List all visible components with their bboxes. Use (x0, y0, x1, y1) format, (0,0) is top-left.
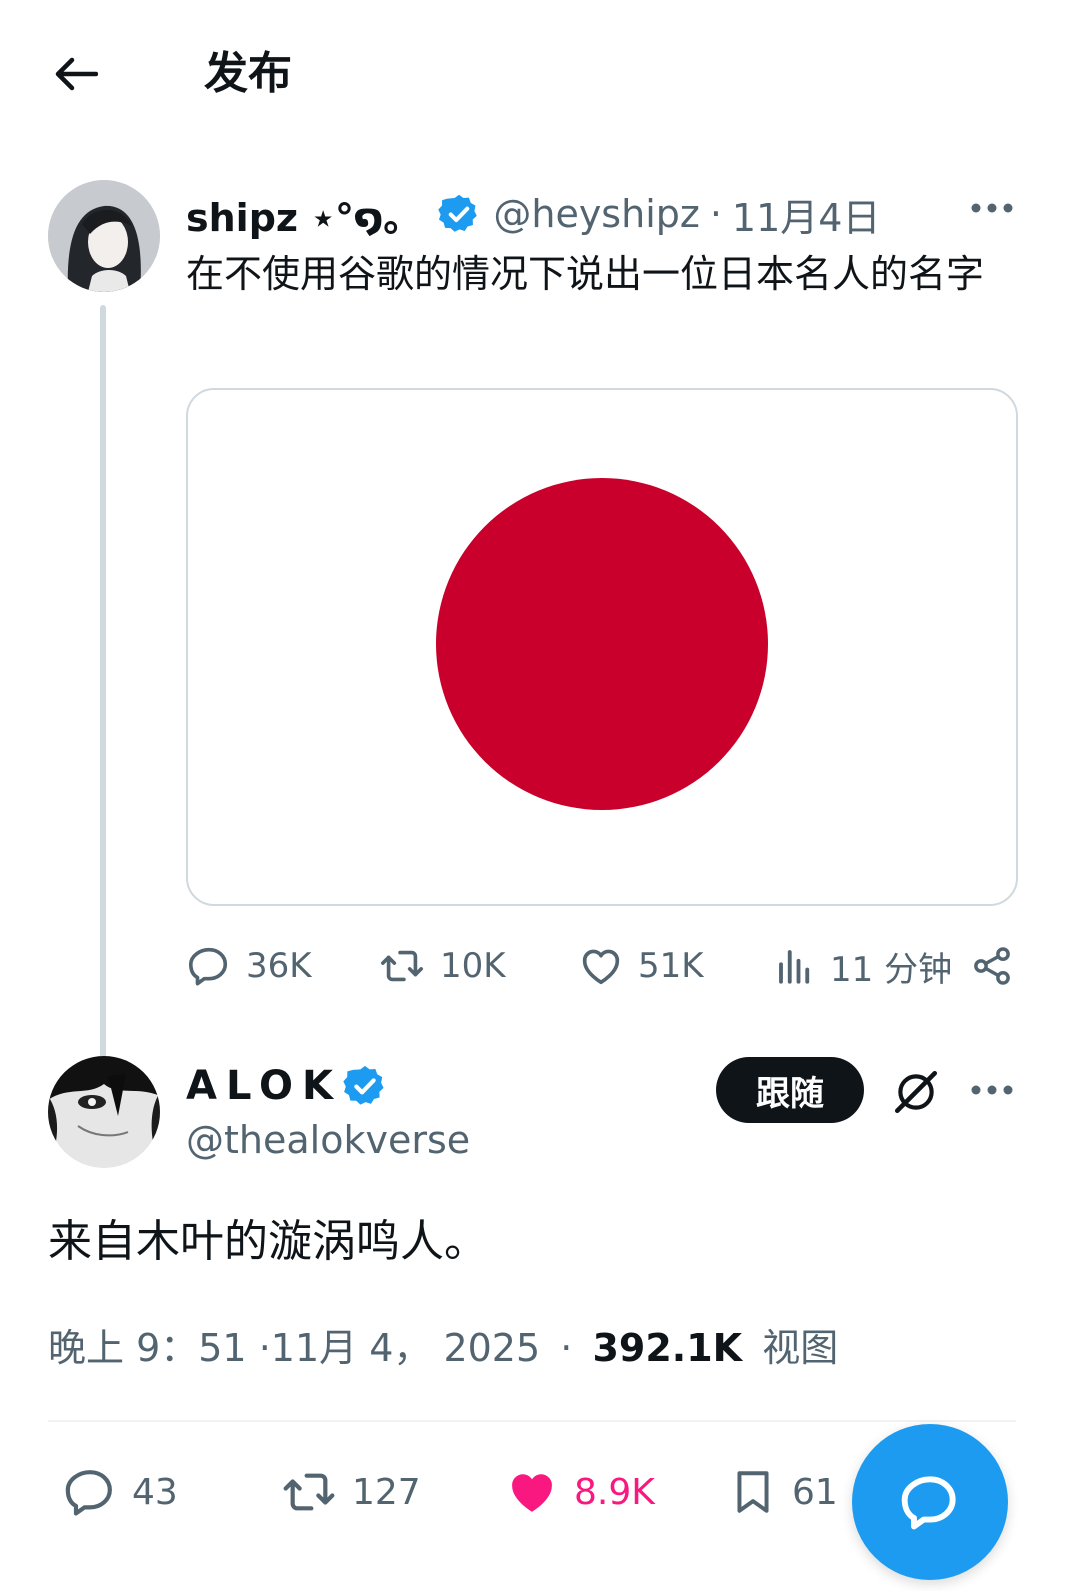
follow-button[interactable]: 跟随 (716, 1057, 864, 1123)
flag-red-disc (436, 478, 768, 810)
top-bar: 发布 (0, 0, 1080, 150)
reply-button[interactable]: 36K (186, 936, 312, 996)
arrow-left-icon (55, 57, 98, 91)
avatar[interactable] (48, 1056, 160, 1168)
more-options-button[interactable] (964, 188, 1020, 228)
analytics-bars-icon (779, 950, 810, 984)
author-handle[interactable]: @thealokverse (186, 1114, 470, 1166)
like-button[interactable]: 51K (578, 936, 704, 996)
verified-badge-icon (342, 1063, 388, 1109)
views-label: 视图 (762, 1326, 839, 1370)
reply-count: 43 (132, 1471, 178, 1513)
post-timestamp[interactable]: 晚上 9：51 ·11月 4， 2025 (48, 1326, 540, 1370)
share-icon (974, 947, 1010, 985)
more-horizontal-icon (971, 203, 1013, 213)
avatar-image (48, 180, 160, 292)
like-button[interactable]: 8.9K (504, 1460, 655, 1524)
grok-button[interactable] (888, 1064, 944, 1120)
bookmark-icon (737, 1471, 769, 1513)
more-horizontal-icon (971, 1085, 1013, 1095)
reply-icon (188, 947, 228, 986)
heart-icon (582, 949, 620, 985)
post-date[interactable]: 11月4日 (732, 187, 881, 242)
separator-dot: · (709, 192, 722, 236)
more-options-button[interactable] (964, 1070, 1020, 1110)
quoted-tweet-text: 在不使用谷歌的情况下说出一位日本名人的名字 (186, 252, 985, 296)
main-tweet-text: 来自木叶的漩涡鸣人。 (48, 1216, 488, 1267)
quoted-tweet-header: shipz ⋆°໑。 @heyshipz · 11月4日 (186, 184, 880, 244)
bookmark-count: 61 (792, 1471, 838, 1513)
author-name[interactable]: shipz ⋆°໑。 (186, 187, 421, 242)
avatar[interactable] (48, 180, 160, 292)
separator-dot: · (560, 1326, 573, 1370)
views-count: 11 分钟 (830, 949, 953, 990)
media-image[interactable] (186, 388, 1018, 906)
quoted-tweet-actions: 36K 10K 51K 11 分钟 (186, 936, 1026, 996)
grok-icon (894, 1070, 938, 1114)
avatar-image (48, 1056, 160, 1168)
post-metadata: 晚上 9：51 ·11月 4， 2025 · 392.1K 视图 (48, 1320, 838, 1376)
reply-bubble-icon (901, 1476, 956, 1530)
bookmark-button[interactable]: 61 (728, 1460, 838, 1524)
author-handle[interactable]: @heyshipz (493, 192, 699, 236)
main-tweet-author-row: ALOK (186, 1058, 400, 1114)
reply-count: 36K (246, 946, 312, 986)
verified-badge-icon (437, 192, 481, 236)
views-button[interactable]: 11 分钟 (774, 936, 952, 996)
main-tweet-actions: 43 127 8.9K 61 (48, 1460, 948, 1524)
reply-icon (65, 1470, 112, 1516)
repost-count: 127 (352, 1471, 421, 1513)
like-count: 8.9K (574, 1471, 655, 1513)
divider (48, 1420, 1016, 1422)
repost-button[interactable]: 10K (378, 936, 506, 996)
thread-connector (100, 305, 106, 1060)
compose-reply-fab[interactable] (852, 1424, 1008, 1580)
repost-count: 10K (440, 946, 506, 986)
repost-icon (283, 1473, 335, 1511)
views-count: 392.1K (592, 1326, 743, 1370)
repost-icon (381, 950, 423, 982)
reply-button[interactable]: 43 (62, 1460, 178, 1524)
repost-button[interactable]: 127 (280, 1460, 421, 1524)
author-name[interactable]: ALOK (186, 1063, 342, 1109)
share-button[interactable] (970, 936, 1014, 996)
page-title: 发布 (204, 48, 292, 99)
back-button[interactable] (48, 46, 104, 102)
heart-filled-icon (512, 1474, 552, 1512)
like-count: 51K (638, 946, 704, 986)
post-detail-page: 发布 shipz ⋆°໑。 @heyshipz · 11月4日 在不使用谷歌的情… (0, 0, 1080, 1591)
